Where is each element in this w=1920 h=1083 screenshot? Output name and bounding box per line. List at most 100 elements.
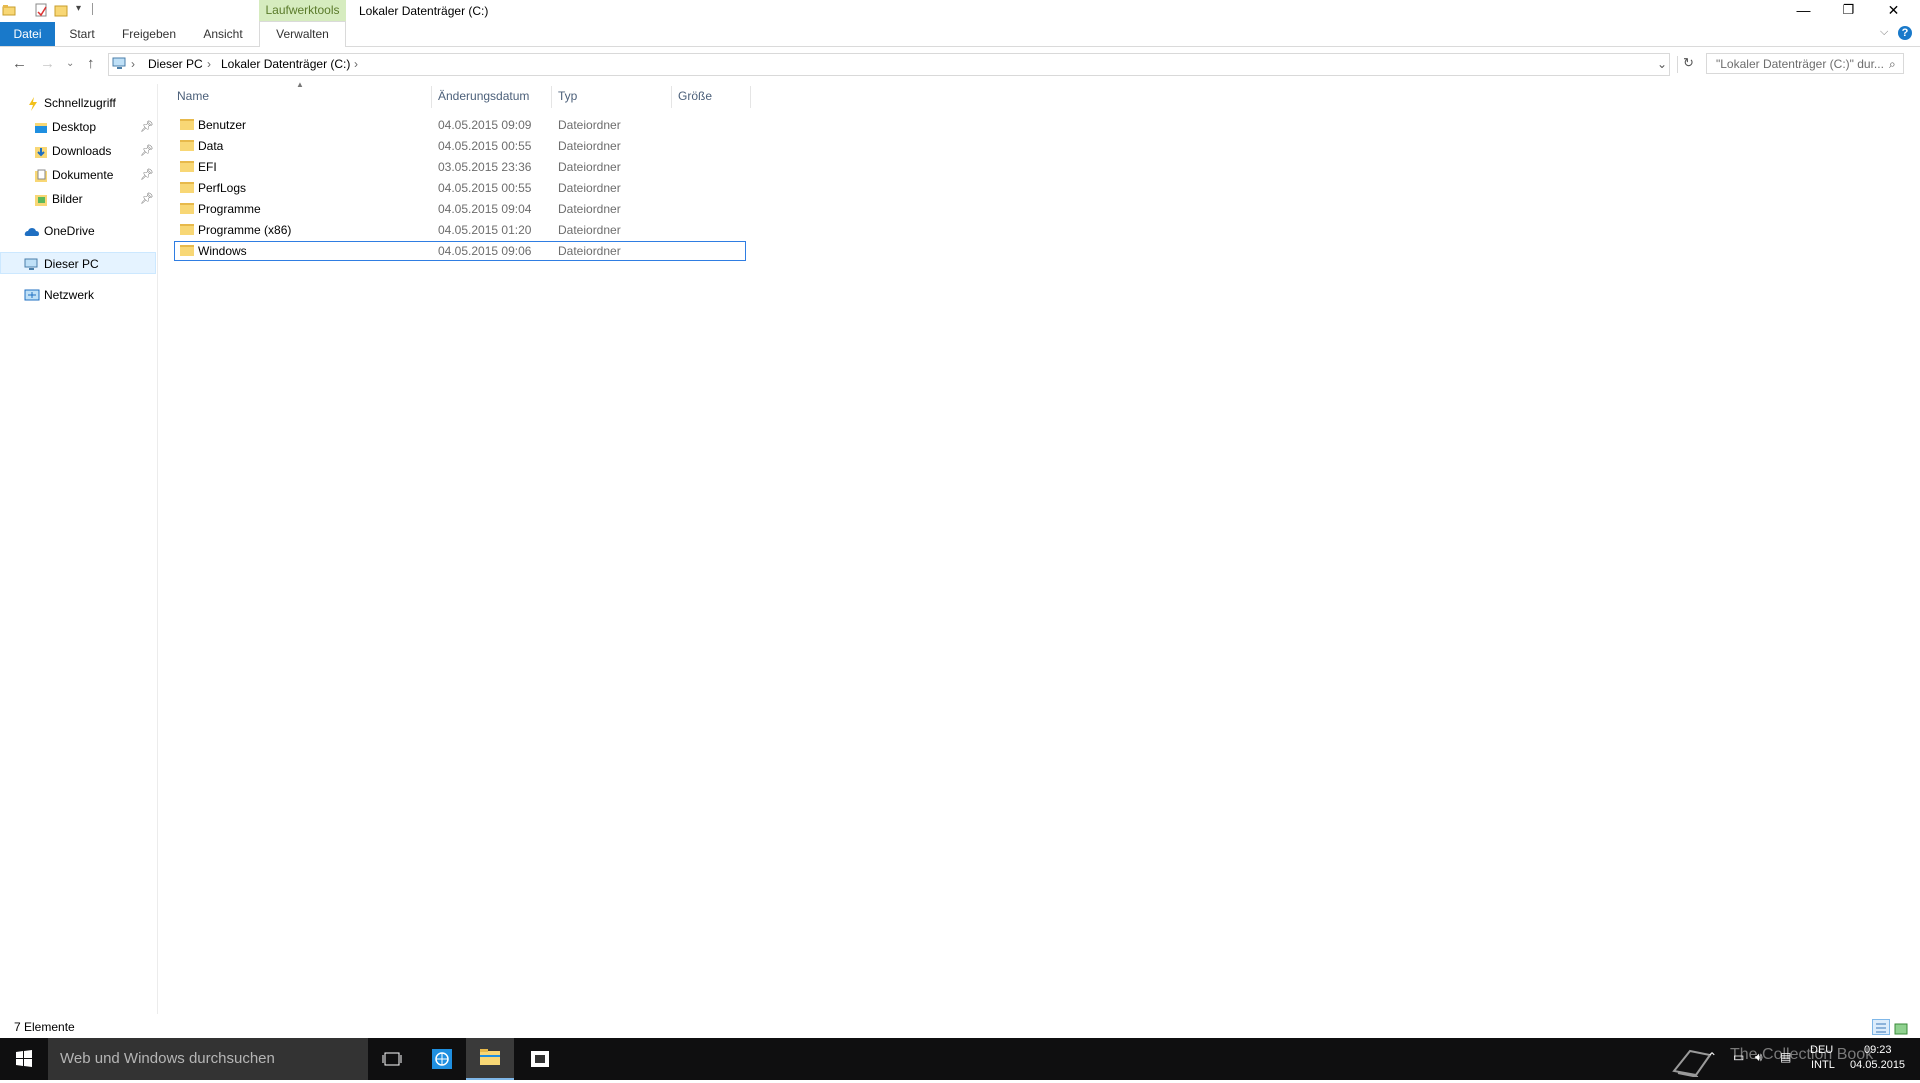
column-divider[interactable] [551,86,552,108]
address-bar[interactable]: › Dieser PC › Lokaler Datenträger (C:) ›… [108,53,1694,76]
title-bar: ▾ Laufwerktools Lokaler Datenträger (C:)… [0,0,1920,22]
file-row[interactable]: PerfLogs 04.05.2015 00:55 Dateiordner [174,178,746,198]
column-divider[interactable] [750,86,751,108]
breadcrumb-separator-icon[interactable]: › [354,57,358,71]
keyboard-layout[interactable]: INTL [1811,1059,1835,1071]
folder-icon [180,119,194,130]
clock-time[interactable]: 09:23 [1864,1044,1892,1056]
nav-label: Desktop [52,120,97,134]
context-tab-group-label: Laufwerktools [259,0,346,22]
file-name: Programme (x86) [198,223,292,237]
file-row[interactable]: EFI 03.05.2015 23:36 Dateiordner [174,157,746,177]
nav-label: Dokumente [52,168,114,182]
breadcrumb-this-pc[interactable]: Dieser PC [148,57,203,71]
ie-browser-icon[interactable] [418,1038,466,1080]
this-pc-icon [112,57,128,74]
star-lightning-icon [26,96,40,111]
nav-item-network[interactable]: Netzwerk [0,284,156,306]
pin-icon[interactable]: 📌︎ [140,164,154,186]
folder-icon [180,182,194,193]
volume-icon[interactable]: 🔊︎ [1755,1050,1763,1065]
refresh-icon[interactable]: ↻ [1683,55,1694,71]
cloud-icon [24,224,39,238]
explorer-app-icon[interactable] [2,3,16,17]
file-row[interactable]: Programme 04.05.2015 09:04 Dateiordner [174,199,746,219]
nav-label: Bilder [52,192,83,206]
column-header-size[interactable]: Größe [678,89,712,103]
maximize-button[interactable]: ❐ [1826,0,1871,22]
search-icon[interactable]: ⌕ [1889,54,1896,75]
pictures-icon [34,192,48,206]
close-button[interactable]: ✕ [1871,0,1916,22]
column-divider[interactable] [671,86,672,108]
file-row[interactable]: Benutzer 04.05.2015 09:09 Dateiordner [174,115,746,135]
input-language[interactable]: DEU [1810,1044,1833,1056]
nav-item-this-pc[interactable]: Dieser PC [0,252,156,274]
file-explorer-taskbar-icon[interactable] [466,1038,514,1080]
pin-icon[interactable]: 📌︎ [140,188,154,210]
store-icon[interactable] [516,1038,564,1080]
tab-datei[interactable]: Datei [0,22,55,46]
nav-item-desktop[interactable]: Desktop 📌︎ [0,116,156,138]
file-type: Dateiordner [558,118,621,132]
up-arrow-icon[interactable]: ↑ [87,55,95,72]
ribbon-tabs: Datei Start Freigeben Ansicht Verwalten … [0,21,1920,47]
forward-arrow-icon[interactable]: → [40,55,55,72]
pin-icon[interactable]: 📌︎ [140,140,154,162]
recent-locations-chevron-icon[interactable]: ⌄ [66,58,74,69]
address-row: ← → ⌄ ↑ › Dieser PC › Lokaler Datenträge… [0,47,1920,81]
new-folder-icon[interactable] [54,3,68,17]
back-arrow-icon[interactable]: ← [12,55,27,72]
tab-start[interactable]: Start [60,22,104,46]
file-type: Dateiordner [558,202,621,216]
address-dropdown-chevron-icon[interactable]: ⌄ [1657,57,1667,71]
properties-icon[interactable] [34,3,48,17]
start-button[interactable] [0,1038,48,1080]
customize-qat-icon[interactable]: ▾ [76,3,90,17]
clock-date[interactable]: 04.05.2015 [1850,1059,1905,1071]
details-view-icon[interactable] [1872,1019,1890,1035]
nav-label: Schnellzugriff [44,96,116,110]
help-icon[interactable]: ? [1898,26,1912,40]
breadcrumb-separator-icon[interactable]: › [207,57,211,71]
column-header-name[interactable]: Name [177,89,209,103]
nav-item-downloads[interactable]: Downloads 📌︎ [0,140,156,162]
network-tray-icon[interactable]: ▭ [1733,1050,1744,1064]
tab-verwalten[interactable]: Verwalten [259,21,346,47]
taskbar-search-box[interactable]: Web und Windows durchsuchen [48,1038,368,1080]
file-type: Dateiordner [558,181,621,195]
breadcrumb-separator-icon[interactable]: › [131,57,135,71]
tab-freigeben[interactable]: Freigeben [116,22,182,46]
file-date: 03.05.2015 23:36 [438,160,532,174]
navigation-pane: Schnellzugriff Desktop 📌︎ Downloads 📌︎ D… [0,84,158,1014]
taskbar-search-placeholder: Web und Windows durchsuchen [60,1050,275,1067]
search-box[interactable]: "Lokaler Datenträger (C:)" dur... ⌕ [1706,53,1904,74]
file-row-selected[interactable]: Windows 04.05.2015 09:06 Dateiordner [174,241,746,261]
file-row[interactable]: Programme (x86) 04.05.2015 01:20 Dateior… [174,220,746,240]
file-row[interactable]: Data 04.05.2015 00:55 Dateiordner [174,136,746,156]
breadcrumb-drive[interactable]: Lokaler Datenträger (C:) [221,57,350,71]
nav-item-dokumente[interactable]: Dokumente 📌︎ [0,164,156,186]
action-center-icon[interactable]: ▤ [1780,1050,1791,1064]
search-placeholder: "Lokaler Datenträger (C:)" dur... [1716,57,1884,71]
file-date: 04.05.2015 00:55 [438,139,532,153]
nav-quick-access[interactable]: Schnellzugriff [0,92,156,114]
tab-ansicht[interactable]: Ansicht [194,22,252,46]
nav-label: OneDrive [44,224,95,238]
column-divider[interactable] [431,86,432,108]
file-name: Data [198,139,224,153]
file-date: 04.05.2015 09:06 [438,244,532,258]
file-type: Dateiordner [558,160,621,174]
expand-ribbon-icon[interactable]: ⌵ [1880,26,1888,39]
task-view-icon[interactable] [368,1038,416,1080]
nav-item-bilder[interactable]: Bilder 📌︎ [0,188,156,210]
column-header-type[interactable]: Typ [558,89,577,103]
file-type: Dateiordner [558,223,621,237]
minimize-button[interactable]: — [1781,0,1826,22]
show-hidden-icons-chevron-icon[interactable]: ⌃ [1707,1050,1717,1064]
nav-label: Dieser PC [44,257,99,271]
pin-icon[interactable]: 📌︎ [140,116,154,138]
column-header-date[interactable]: Änderungsdatum [438,89,529,103]
computer-icon [24,257,38,271]
nav-item-onedrive[interactable]: OneDrive [0,220,156,242]
